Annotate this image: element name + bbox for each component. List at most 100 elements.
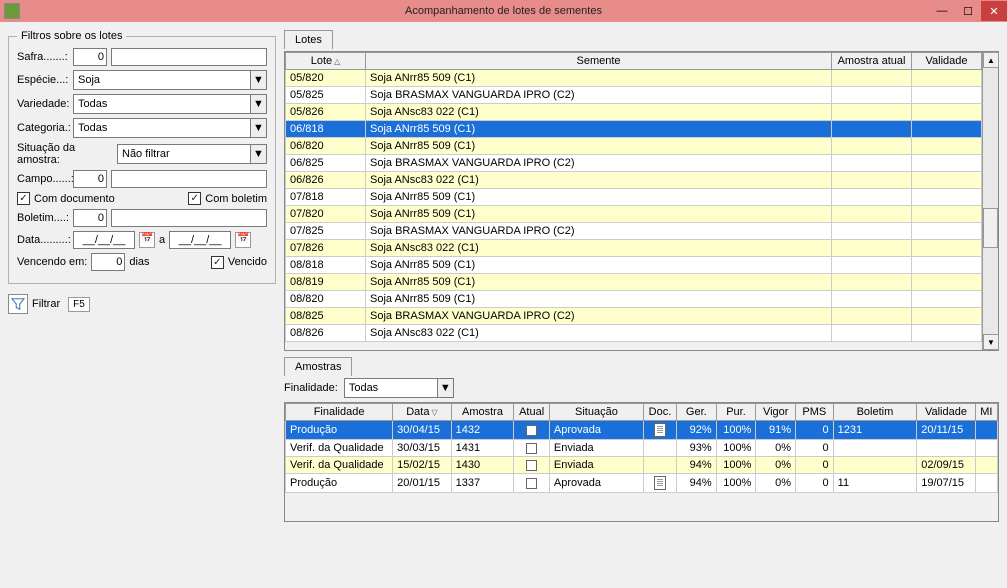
filter-fieldset: Filtros sobre os lotes Safra.......: Esp… — [8, 30, 276, 284]
calendar-icon[interactable] — [139, 232, 155, 248]
table-row[interactable]: 06/820Soja ANrr85 509 (C1) — [286, 138, 982, 155]
document-icon[interactable] — [654, 423, 666, 437]
date-from-input[interactable] — [73, 231, 135, 249]
categoria-combo[interactable]: Todas ▼ — [73, 118, 267, 138]
especie-value: Soja — [78, 74, 100, 86]
col-data[interactable]: Data▽ — [393, 404, 452, 421]
boletim-text-input[interactable] — [111, 209, 267, 227]
table-row[interactable]: 05/825Soja BRASMAX VANGUARDA IPRO (C2) — [286, 87, 982, 104]
col-atual[interactable]: Atual — [514, 404, 550, 421]
table-row[interactable]: 08/819Soja ANrr85 509 (C1) — [286, 274, 982, 291]
vencido-checkbox[interactable]: ✓ Vencido — [211, 256, 267, 269]
table-row[interactable]: 07/826Soja ANsc83 022 (C1) — [286, 240, 982, 257]
checkbox-icon — [526, 478, 537, 489]
situacao-label: Situação da amostra: — [17, 142, 113, 166]
table-row[interactable]: Produção30/04/151432✓Aprovada92%100%91%0… — [286, 421, 998, 440]
dias-label: dias — [129, 256, 149, 268]
col-amostra-atual[interactable]: Amostra atual — [832, 53, 912, 70]
amostras-table[interactable]: Finalidade Data▽ Amostra Atual Situação … — [285, 403, 998, 493]
categoria-value: Todas — [78, 122, 107, 134]
table-row[interactable]: 06/818Soja ANrr85 509 (C1) — [286, 121, 982, 138]
tab-lotes[interactable]: Lotes — [284, 30, 333, 49]
col-amostra[interactable]: Amostra — [451, 404, 514, 421]
col-validade[interactable]: Validade — [912, 53, 982, 70]
table-row[interactable]: 07/818Soja ANrr85 509 (C1) — [286, 189, 982, 206]
calendar-icon[interactable] — [235, 232, 251, 248]
table-row[interactable]: 08/826Soja ANsc83 022 (C1) — [286, 325, 982, 342]
f5-shortcut: F5 — [68, 297, 90, 312]
col-pms[interactable]: PMS — [796, 404, 834, 421]
table-row[interactable]: 05/826Soja ANsc83 022 (C1) — [286, 104, 982, 121]
campo-text-input[interactable] — [111, 170, 267, 188]
date-separator: a — [159, 234, 165, 246]
campo-input[interactable] — [73, 170, 107, 188]
scroll-thumb[interactable] — [983, 208, 998, 248]
safra-text-input[interactable] — [111, 48, 267, 66]
col-vigor[interactable]: Vigor — [756, 404, 796, 421]
finalidade-combo[interactable]: Todas ▼ — [344, 378, 454, 398]
close-button[interactable]: ✕ — [981, 1, 1007, 21]
tab-amostras[interactable]: Amostras — [284, 357, 352, 376]
scrollbar[interactable]: ▲ ▼ — [982, 52, 998, 350]
document-icon[interactable] — [654, 476, 666, 490]
com-boletim-checkbox[interactable]: ✓ Com boletim — [188, 192, 267, 205]
table-row[interactable]: Produção20/01/151337Aprovada94%100%0%011… — [286, 474, 998, 493]
scroll-down-icon[interactable]: ▼ — [983, 334, 999, 350]
col-doc[interactable]: Doc. — [643, 404, 676, 421]
funnel-icon — [8, 294, 28, 314]
checkbox-icon — [526, 460, 537, 471]
app-icon — [4, 3, 20, 19]
variedade-combo[interactable]: Todas ▼ — [73, 94, 267, 114]
chevron-down-icon: ▼ — [250, 119, 266, 137]
minimize-button[interactable]: — — [929, 1, 955, 21]
vencendo-input[interactable] — [91, 253, 125, 271]
checkbox-icon — [526, 443, 537, 454]
col-finalidade[interactable]: Finalidade — [286, 404, 393, 421]
col-semente[interactable]: Semente — [366, 53, 832, 70]
checkbox-icon: ✓ — [526, 425, 537, 436]
chevron-down-icon: ▼ — [437, 379, 453, 397]
scroll-up-icon[interactable]: ▲ — [983, 52, 999, 68]
table-row[interactable]: 06/825Soja BRASMAX VANGUARDA IPRO (C2) — [286, 155, 982, 172]
categoria-label: Categoria.: — [17, 122, 69, 134]
situacao-combo[interactable]: Não filtrar ▼ — [117, 144, 267, 164]
com-documento-label: Com documento — [34, 193, 115, 205]
date-to-input[interactable] — [169, 231, 231, 249]
table-row[interactable]: 08/820Soja ANrr85 509 (C1) — [286, 291, 982, 308]
filtrar-button[interactable]: Filtrar — [8, 294, 60, 314]
table-row[interactable]: 07/820Soja ANrr85 509 (C1) — [286, 206, 982, 223]
checkbox-icon: ✓ — [17, 192, 30, 205]
col-lote[interactable]: Lote△ — [286, 53, 366, 70]
com-documento-checkbox[interactable]: ✓ Com documento — [17, 192, 115, 205]
boletim-label: Boletim....: — [17, 212, 69, 224]
col-mi[interactable]: MI — [975, 404, 997, 421]
table-row[interactable]: 07/825Soja BRASMAX VANGUARDA IPRO (C2) — [286, 223, 982, 240]
variedade-label: Variedade: — [17, 98, 69, 110]
col-ger[interactable]: Ger. — [676, 404, 716, 421]
chevron-down-icon: ▼ — [250, 95, 266, 113]
table-row[interactable]: Verif. da Qualidade15/02/151430Enviada94… — [286, 457, 998, 474]
table-row[interactable]: 08/825Soja BRASMAX VANGUARDA IPRO (C2) — [286, 308, 982, 325]
vencido-label: Vencido — [228, 256, 267, 268]
chevron-down-icon: ▼ — [250, 145, 266, 163]
table-row[interactable]: 06/826Soja ANsc83 022 (C1) — [286, 172, 982, 189]
window-title: Acompanhamento de lotes de sementes — [405, 5, 602, 17]
col-pur[interactable]: Pur. — [716, 404, 756, 421]
table-row[interactable]: Verif. da Qualidade30/03/151431Enviada93… — [286, 440, 998, 457]
especie-combo[interactable]: Soja ▼ — [73, 70, 267, 90]
table-row[interactable]: 08/818Soja ANrr85 509 (C1) — [286, 257, 982, 274]
boletim-input[interactable] — [73, 209, 107, 227]
titlebar: Acompanhamento de lotes de sementes — ☐ … — [0, 0, 1007, 22]
maximize-button[interactable]: ☐ — [955, 1, 981, 21]
table-row[interactable]: 05/820Soja ANrr85 509 (C1) — [286, 70, 982, 87]
col-validade-am[interactable]: Validade — [917, 404, 976, 421]
finalidade-value: Todas — [349, 382, 378, 394]
variedade-value: Todas — [78, 98, 107, 110]
col-boletim[interactable]: Boletim — [833, 404, 917, 421]
col-situacao[interactable]: Situação — [549, 404, 643, 421]
com-boletim-label: Com boletim — [205, 193, 267, 205]
safra-label: Safra.......: — [17, 51, 69, 63]
lotes-table[interactable]: Lote△ Semente Amostra atual Validade 05/… — [285, 52, 982, 342]
vencendo-label: Vencendo em: — [17, 256, 87, 268]
safra-input[interactable] — [73, 48, 107, 66]
